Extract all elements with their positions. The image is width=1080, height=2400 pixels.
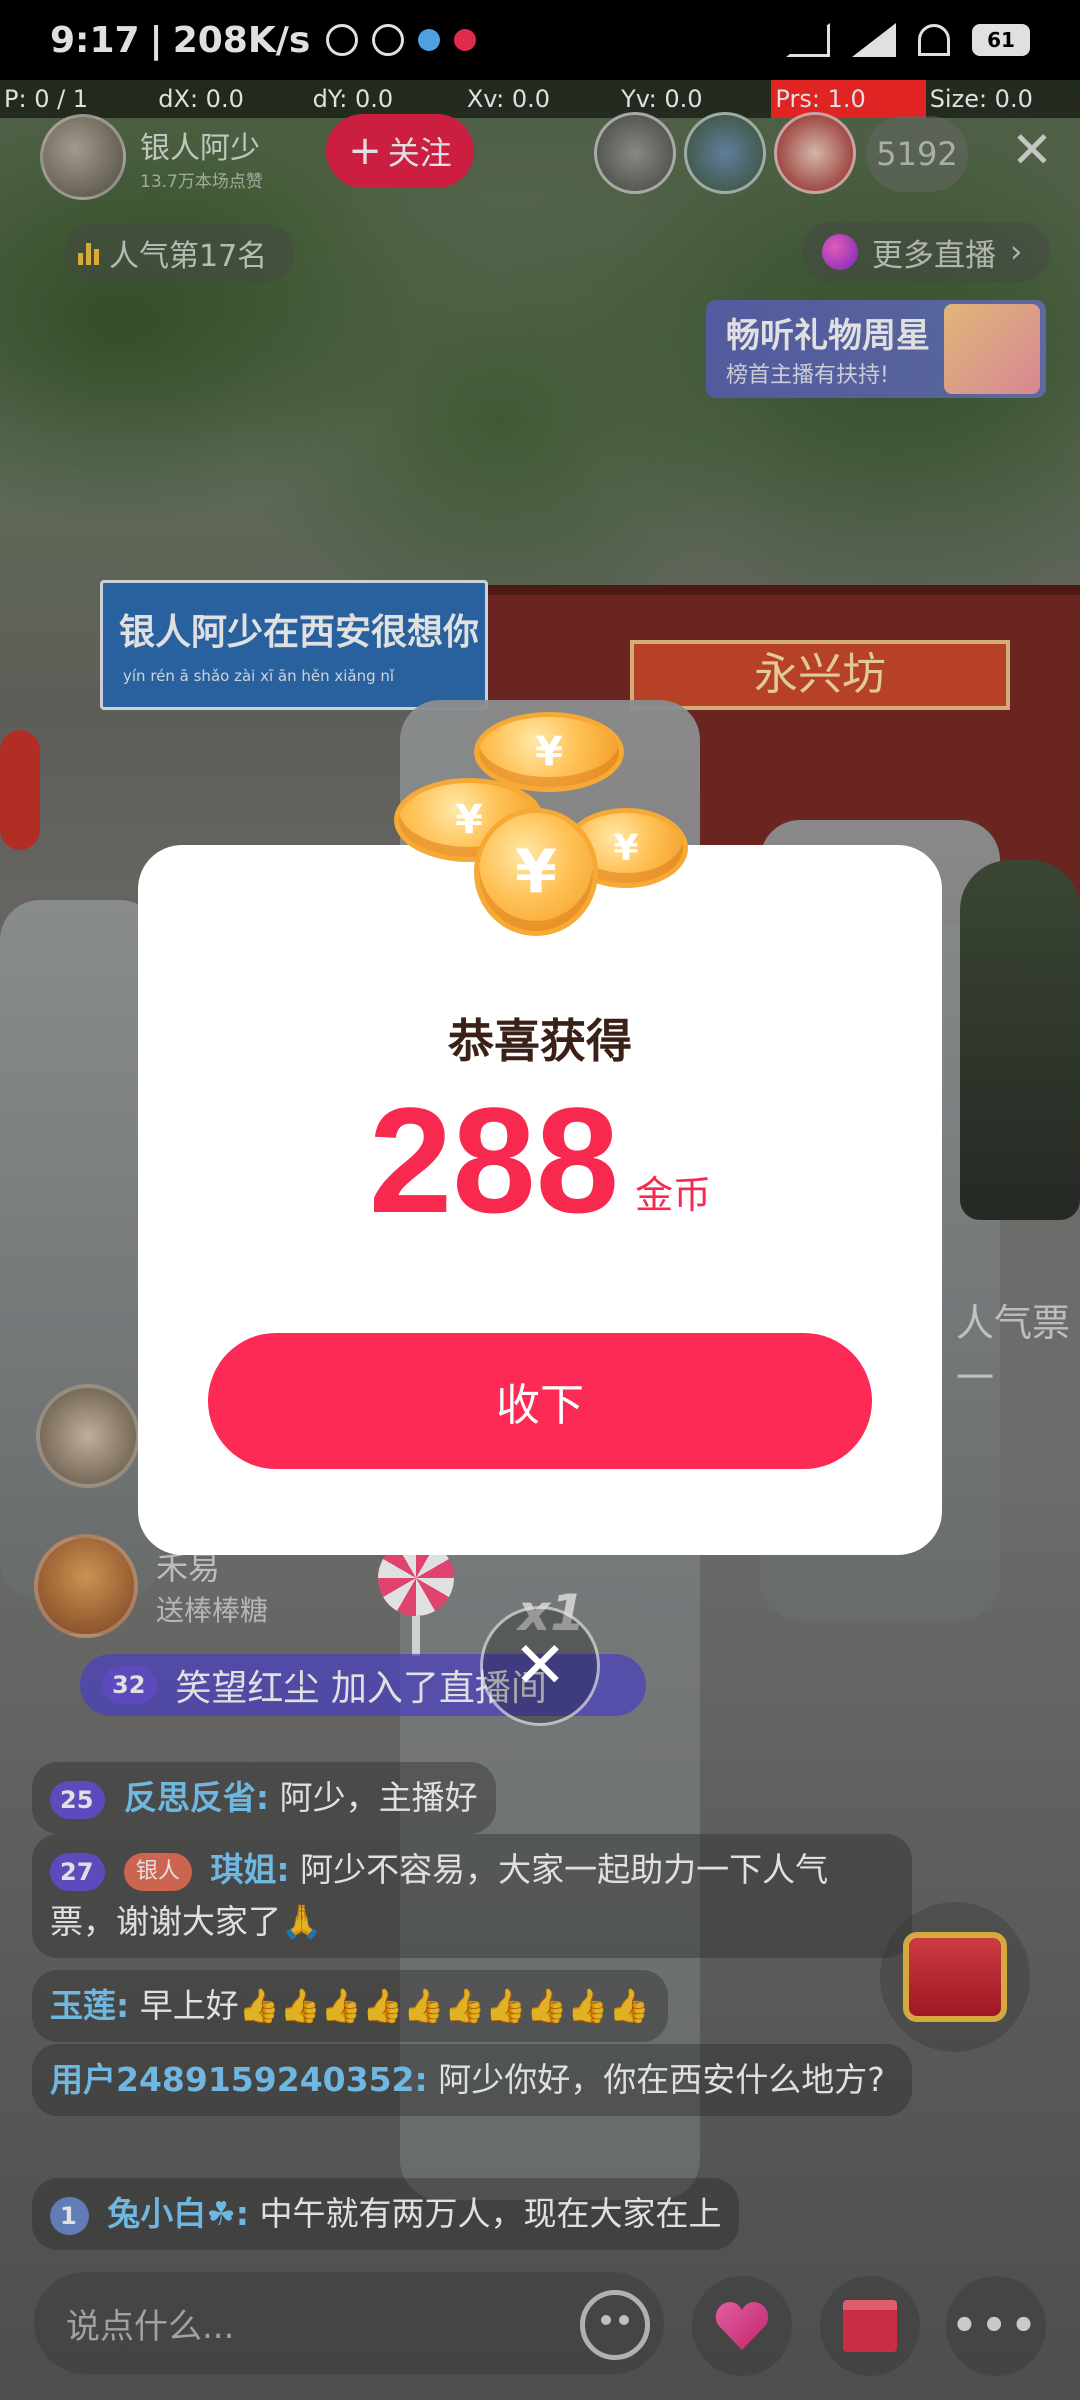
coin: ¥ (474, 808, 598, 936)
reward-unit: 金币 (635, 1173, 712, 1217)
reward-title: 恭喜获得 (448, 1014, 632, 1068)
reward-amount-row: 288 金币 (138, 1085, 942, 1235)
close-icon[interactable]: ✕ (480, 1606, 600, 1726)
accept-button[interactable]: 收下 (208, 1333, 872, 1469)
reward-amount: 288 (368, 1076, 620, 1244)
coin-stack-icon: ¥ ¥ ¥ ¥ (390, 712, 690, 952)
